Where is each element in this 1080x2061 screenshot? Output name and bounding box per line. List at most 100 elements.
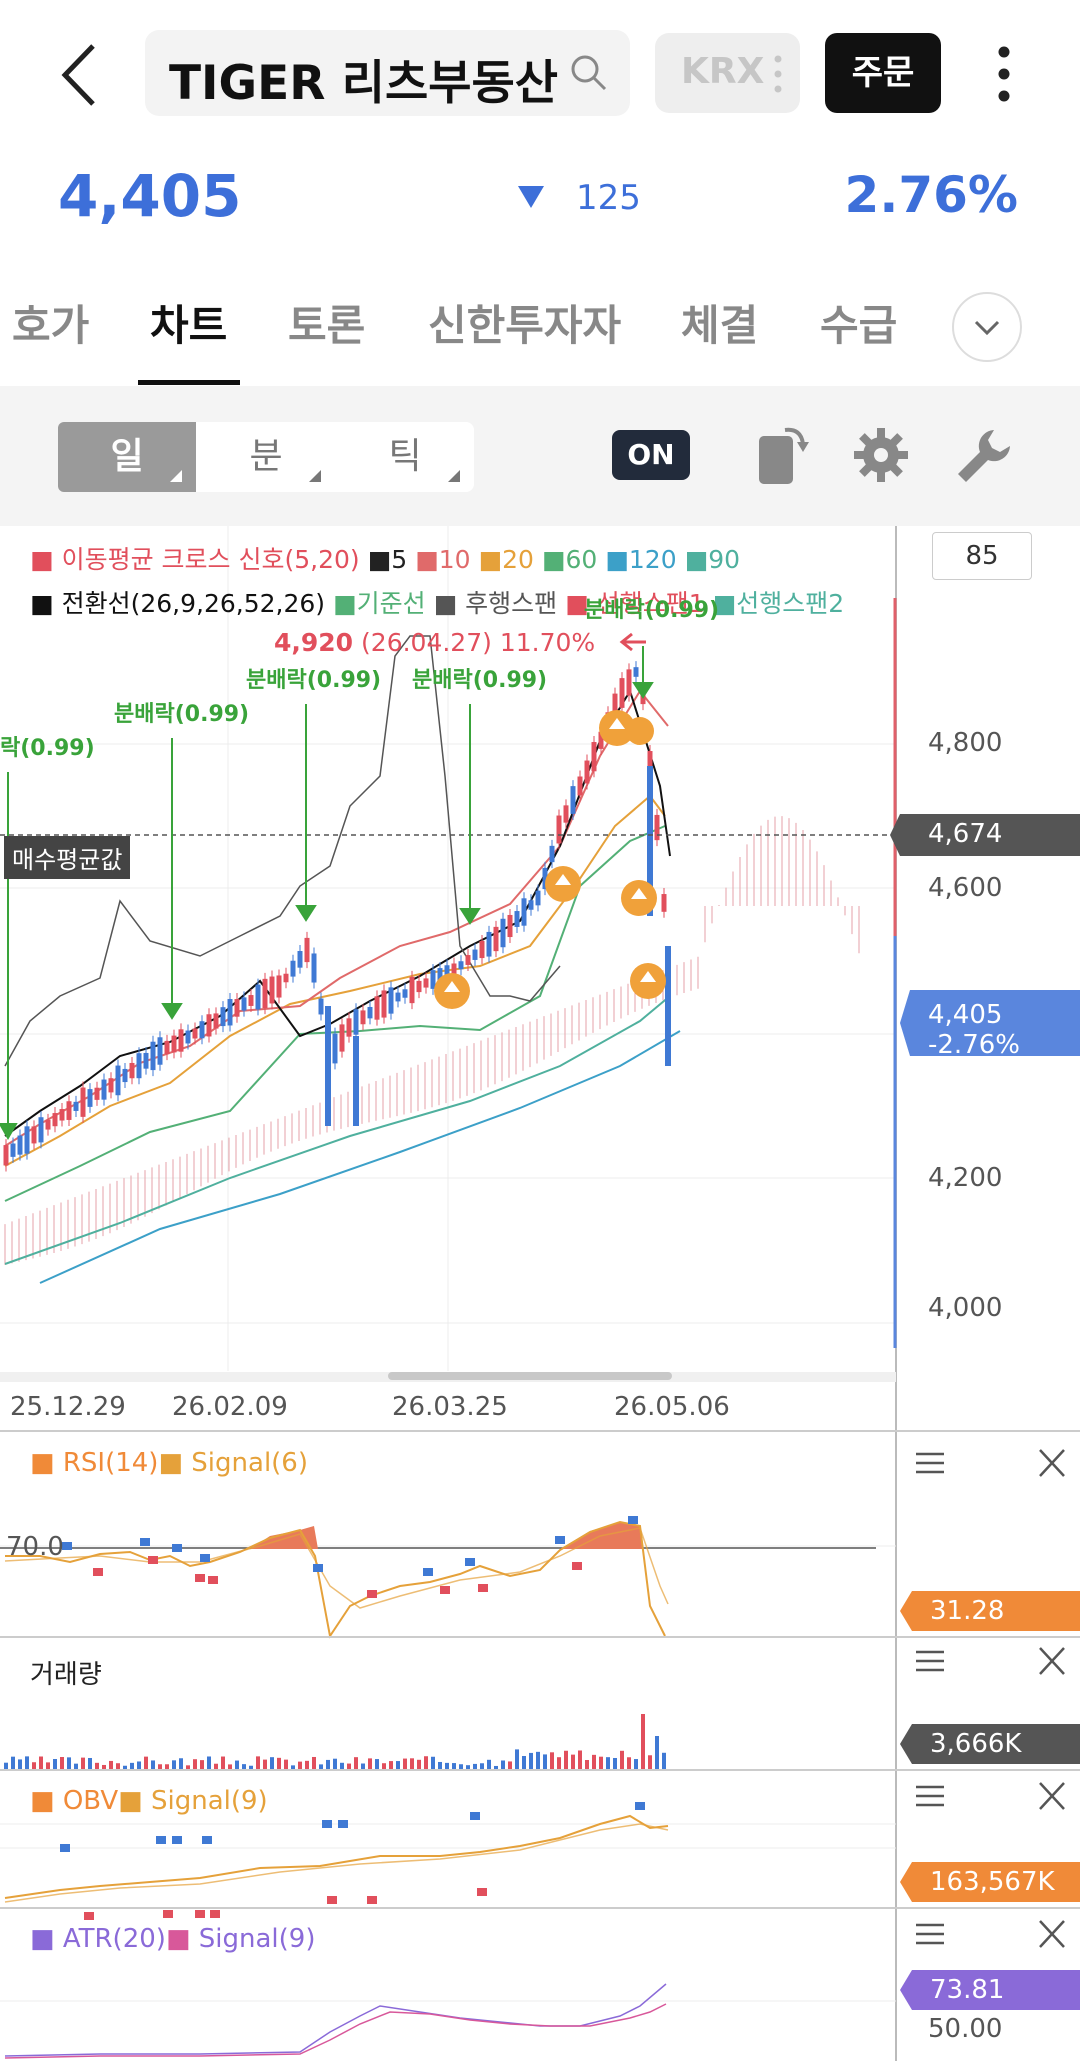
period-day-label: 일 [110, 436, 144, 477]
volume-bar [634, 1759, 638, 1770]
atr-label: ATR(20) [62, 1924, 166, 1954]
period-minute-label: 분 [249, 436, 283, 477]
wrench-tool-icon[interactable] [954, 426, 1014, 486]
stock-name: TIGER 리츠부동산 [169, 56, 558, 111]
volume-bar [557, 1757, 561, 1770]
volume-bar [410, 1758, 414, 1770]
volume-bar [60, 1757, 64, 1770]
candle [661, 888, 667, 918]
tab-shinhan-investors[interactable]: 신한투자자 [428, 292, 621, 353]
tab-bar: 호가 차트 토론 신한투자자 체결 수급 [0, 280, 1080, 389]
candle [619, 672, 625, 714]
ma120-label: 120 [628, 545, 677, 574]
candle [486, 925, 492, 963]
tab-supply-demand[interactable]: 수급 [820, 292, 897, 353]
ma20-label: 20 [502, 545, 534, 574]
candle [311, 947, 317, 989]
candle [458, 955, 464, 976]
candle [360, 1004, 366, 1031]
lagging-span-label: 후행스팬 [465, 589, 558, 618]
tab-discussion[interactable]: 토론 [288, 292, 365, 353]
volume-bar [382, 1763, 386, 1770]
rsi-legend[interactable]: ■ RSI(14)■ Signal(6) [30, 1448, 308, 1478]
period-minute[interactable]: 분 [197, 422, 335, 492]
volume-bar [354, 1757, 358, 1770]
volume-bar [571, 1754, 575, 1770]
volume-bar [564, 1750, 568, 1770]
top-bar: TIGER 리츠부동산 KRX 주문 [0, 0, 1080, 150]
more-menu-icon[interactable] [992, 45, 1016, 103]
obv-label: OBV [62, 1786, 119, 1816]
candle [122, 1062, 128, 1089]
tab-orderbook[interactable]: 호가 [12, 292, 89, 353]
candle [346, 1012, 352, 1043]
candle [353, 1036, 359, 1126]
volume-bar [396, 1761, 400, 1770]
max-price-value: 4,920 [274, 628, 354, 657]
rotate-screen-icon[interactable] [755, 422, 811, 488]
volume-bar [375, 1759, 379, 1770]
volume-bar [312, 1756, 316, 1770]
candle [164, 1034, 170, 1061]
period-tick-label: 틱 [388, 436, 422, 477]
volume-bar [256, 1756, 260, 1770]
candle [80, 1081, 86, 1123]
volume-bar [543, 1754, 547, 1770]
tab-trades[interactable]: 체결 [681, 292, 758, 353]
atr-value-tag: 73.81 [930, 1975, 1005, 2005]
atr-close-icon[interactable] [1036, 1919, 1072, 1949]
volume-bar [417, 1759, 421, 1770]
volume-bar [277, 1757, 281, 1770]
exchange-label: KRX [681, 51, 765, 92]
rsi-close-icon[interactable] [1036, 1448, 1072, 1478]
volume-label: 거래량 [30, 1660, 102, 1690]
search-icon[interactable] [568, 52, 608, 92]
rsi-menu-icon[interactable] [912, 1448, 948, 1478]
obv-close-icon[interactable] [1036, 1781, 1072, 1811]
volume-bar [53, 1759, 57, 1770]
candle [101, 1073, 107, 1106]
volume-bar [207, 1756, 211, 1770]
exchange-selector[interactable]: KRX [655, 33, 800, 113]
ichimoku-legend[interactable]: ■ 전환선(26,9,26,52,26) ■기준선 ■ 후행스팬 ■ 선행스팬1… [30, 584, 844, 620]
volume-menu-icon[interactable] [912, 1646, 948, 1676]
volume-bar [151, 1760, 155, 1770]
settings-gear-icon[interactable] [852, 426, 910, 484]
atr-menu-icon[interactable] [912, 1919, 948, 1949]
obv-legend[interactable]: ■ OBV■ Signal(9) [30, 1786, 268, 1816]
volume-bar [389, 1761, 393, 1770]
ma90-label: 90 [708, 545, 740, 574]
volume-bar [109, 1760, 113, 1770]
order-button[interactable]: 주문 [825, 33, 941, 113]
back-arrow-icon[interactable] [55, 42, 115, 108]
atr-legend[interactable]: ■ ATR(20)■ Signal(9) [30, 1924, 315, 1954]
avg-price-tag: 4,674 [928, 819, 1003, 849]
tab-expand-button[interactable] [952, 292, 1022, 362]
obv-menu-icon[interactable] [912, 1781, 948, 1811]
signal-label-4: 분배락(0.99) [412, 668, 548, 693]
ma5-label: 5 [391, 545, 408, 574]
volume-bar [529, 1752, 533, 1770]
ma-legend[interactable]: ■ 이동평균 크로스 신호(5,20) ■5 ■10 ■20 ■60 ■120 … [30, 540, 740, 576]
indicator-value-box[interactable]: 85 [932, 532, 1032, 580]
candle [388, 981, 394, 1020]
price-change: 125 [576, 178, 641, 218]
volume-bar [172, 1760, 176, 1770]
period-day[interactable]: 일 [58, 422, 196, 492]
y-tick-4200: 4,200 [928, 1163, 1003, 1193]
candle [276, 969, 282, 1004]
volume-bar [620, 1750, 624, 1770]
volume-bar [515, 1749, 519, 1770]
volume-close-icon[interactable] [1036, 1646, 1072, 1676]
stock-chart[interactable]: ■ 이동평균 크로스 신호(5,20) ■5 ■10 ■20 ■60 ■120 … [0, 526, 1080, 2061]
volume-bar [144, 1756, 148, 1770]
volume-bar [235, 1760, 239, 1770]
volume-bar [95, 1762, 99, 1770]
period-tick[interactable]: 틱 [336, 422, 474, 492]
tab-chart[interactable]: 차트 [150, 292, 227, 353]
candle [423, 972, 429, 994]
on-toggle[interactable]: ON [612, 430, 690, 480]
active-tab-indicator [138, 380, 240, 385]
stock-search-box[interactable]: TIGER 리츠부동산 [145, 30, 630, 116]
x-tick-1: 25.12.29 [10, 1392, 126, 1422]
